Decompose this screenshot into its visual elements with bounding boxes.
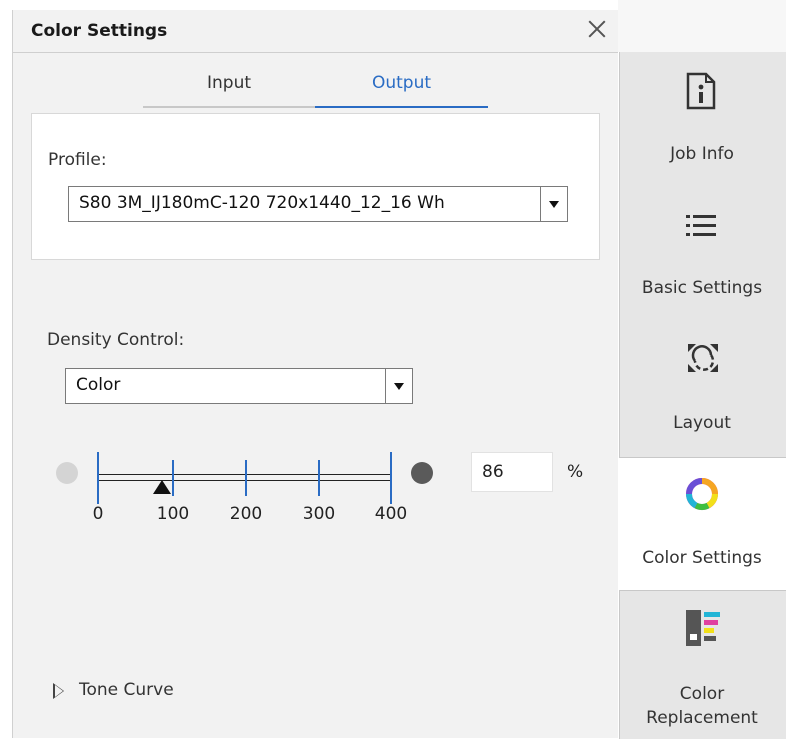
slider-scale-label: 200: [229, 504, 263, 524]
density-value-input[interactable]: 86: [471, 452, 553, 492]
tone-curve-label: Tone Curve: [79, 680, 174, 700]
sidebar-item-basic-settings[interactable]: Basic Settings: [618, 200, 786, 310]
profile-section: Profile: S80 3M_IJ180mC-120 720x1440_12_…: [31, 113, 600, 260]
sidebar-item-color-settings[interactable]: Color Settings: [618, 468, 786, 583]
expand-triangle-icon: [53, 683, 64, 699]
tab-output[interactable]: Output: [315, 68, 488, 108]
density-control-label: Density Control:: [47, 330, 185, 350]
slider-scale-label: 300: [302, 504, 336, 524]
slider-scale-label: 100: [156, 504, 190, 524]
dark-dot-icon: [411, 462, 433, 484]
density-mode-value: Color: [76, 375, 121, 395]
sidebar-item-label: Job Info: [670, 144, 734, 164]
light-dot-icon: [56, 462, 78, 484]
right-sidebar: Job Info Basic Settings Layout Color Set…: [618, 0, 786, 739]
sidebar-item-job-info[interactable]: Job Info: [618, 62, 786, 192]
tab-input[interactable]: Input: [143, 68, 315, 108]
percent-unit: %: [567, 462, 584, 482]
job-info-icon: [686, 72, 716, 110]
slider-track-bottom: [97, 480, 391, 481]
color-wheel-icon: [686, 478, 718, 510]
list-icon: [686, 215, 716, 236]
slider-thumb[interactable]: [153, 480, 171, 494]
close-icon[interactable]: [584, 16, 610, 42]
sidebar-item-label: Color Replacement: [646, 684, 758, 728]
input-output-tabs: Input Output: [143, 68, 488, 108]
slider-scale-label: 400: [374, 504, 408, 524]
sidebar-item-label: Color Settings: [642, 548, 762, 568]
slider-tick: [97, 452, 99, 504]
profile-select[interactable]: S80 3M_IJ180mC-120 720x1440_12_16 Wh: [68, 186, 568, 222]
color-replacement-icon: [686, 610, 720, 646]
sidebar-top-spacer: [618, 0, 786, 52]
sidebar-item-label: Layout: [673, 413, 731, 433]
panel-header: Color Settings: [13, 10, 618, 53]
slider-tick: [172, 460, 174, 496]
chevron-down-icon[interactable]: [540, 187, 567, 221]
slider-track-top: [97, 474, 391, 475]
slider-tick: [318, 460, 320, 496]
panel-title: Color Settings: [31, 21, 168, 41]
layout-icon: [688, 344, 718, 372]
slider-scale-label: 0: [92, 504, 104, 524]
chevron-down-icon[interactable]: [385, 369, 412, 403]
color-settings-panel: Color Settings Input Output Profile: S80…: [12, 10, 619, 738]
sidebar-item-color-replacement[interactable]: Color Replacement: [618, 600, 786, 735]
profile-select-value: S80 3M_IJ180mC-120 720x1440_12_16 Wh: [79, 193, 445, 213]
profile-label: Profile:: [48, 150, 107, 170]
sidebar-item-label: Basic Settings: [641, 278, 763, 298]
sidebar-item-layout[interactable]: Layout: [618, 335, 786, 445]
slider-tick: [390, 452, 392, 504]
density-mode-select[interactable]: Color: [65, 368, 413, 404]
slider-tick: [245, 460, 247, 496]
